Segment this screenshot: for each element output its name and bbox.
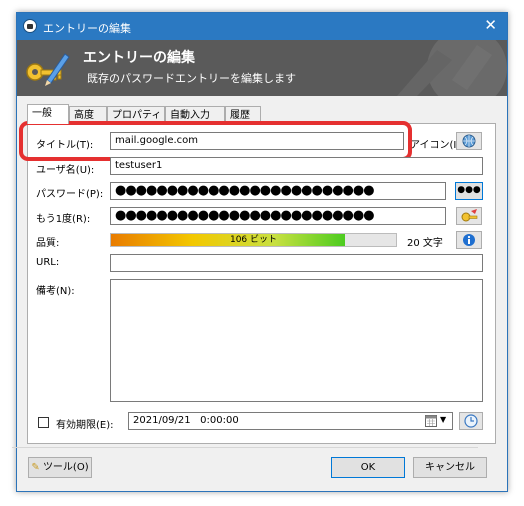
expiry-date-field[interactable]: 2021/09/21 0:00:00: [128, 412, 453, 430]
banner-subtitle: 既存のパスワードエントリーを編集します: [87, 72, 296, 85]
window-title: エントリーの編集: [43, 22, 131, 35]
banner-decoration: [397, 40, 507, 96]
password-generator-button[interactable]: [456, 207, 482, 225]
username-label: ユーザ名(U):: [36, 165, 95, 176]
tools-button-label: ツール(O): [42, 462, 89, 473]
url-label: URL:: [36, 257, 60, 268]
expiry-presets-button[interactable]: [459, 412, 483, 430]
lock-icon: [23, 19, 37, 33]
footer-separator: [12, 447, 478, 448]
title-label: タイトル(T):: [36, 140, 94, 151]
username-field[interactable]: testuser1: [110, 157, 483, 175]
banner-title: エントリーの編集: [83, 50, 195, 66]
close-button[interactable]: ✕: [484, 17, 497, 34]
password-field[interactable]: ●●●●●●●●●●●●●●●●●●●●●●●●●: [110, 182, 446, 200]
clock-icon: [464, 414, 478, 428]
dropdown-arrow-icon[interactable]: ▼: [440, 415, 446, 424]
tab-history[interactable]: 履歴: [225, 106, 261, 123]
tab-auto-type[interactable]: 自動入力: [165, 106, 225, 123]
tab-advanced[interactable]: 高度: [69, 106, 107, 123]
password-label: パスワード(P):: [36, 189, 104, 200]
notes-field[interactable]: [110, 279, 483, 402]
title-bar[interactable]: エントリーの編集 ✕: [17, 13, 507, 40]
repeat-password-field[interactable]: ●●●●●●●●●●●●●●●●●●●●●●●●●: [110, 207, 446, 225]
calendar-icon[interactable]: [425, 414, 437, 427]
expiry-checkbox[interactable]: [38, 417, 49, 428]
quality-info-button[interactable]: [456, 231, 482, 249]
ok-button[interactable]: OK: [331, 457, 405, 478]
title-field[interactable]: mail.google.com: [110, 132, 404, 150]
repeat-password-label: もう1度(R):: [36, 214, 91, 225]
icon-picker-button[interactable]: [456, 132, 482, 150]
tab-properties[interactable]: プロパティ: [107, 106, 165, 123]
key-pencil-icon: [26, 53, 70, 86]
quality-meter: 106 ビット: [110, 233, 397, 247]
tab-general[interactable]: 一般: [27, 104, 69, 124]
globe-icon: [462, 134, 476, 148]
tools-button[interactable]: ✎ ツール(O): [28, 457, 92, 478]
key-generator-icon: [461, 209, 478, 222]
tools-icon: ✎: [31, 462, 40, 473]
notes-label: 備考(N):: [36, 286, 75, 297]
cancel-button[interactable]: キャンセル: [413, 457, 487, 478]
quality-text: 106 ビット: [229, 235, 278, 245]
info-icon: [463, 234, 475, 246]
expiry-date-value: 2021/09/21 0:00:00: [133, 415, 239, 426]
show-password-button[interactable]: ●●●: [455, 182, 483, 200]
char-count: 20 文字: [407, 238, 443, 249]
url-field[interactable]: [110, 254, 483, 272]
expiry-label: 有効期限(E):: [56, 420, 114, 431]
quality-label: 品質:: [36, 238, 60, 249]
header-banner: エントリーの編集 既存のパスワードエントリーを編集します: [17, 40, 507, 96]
